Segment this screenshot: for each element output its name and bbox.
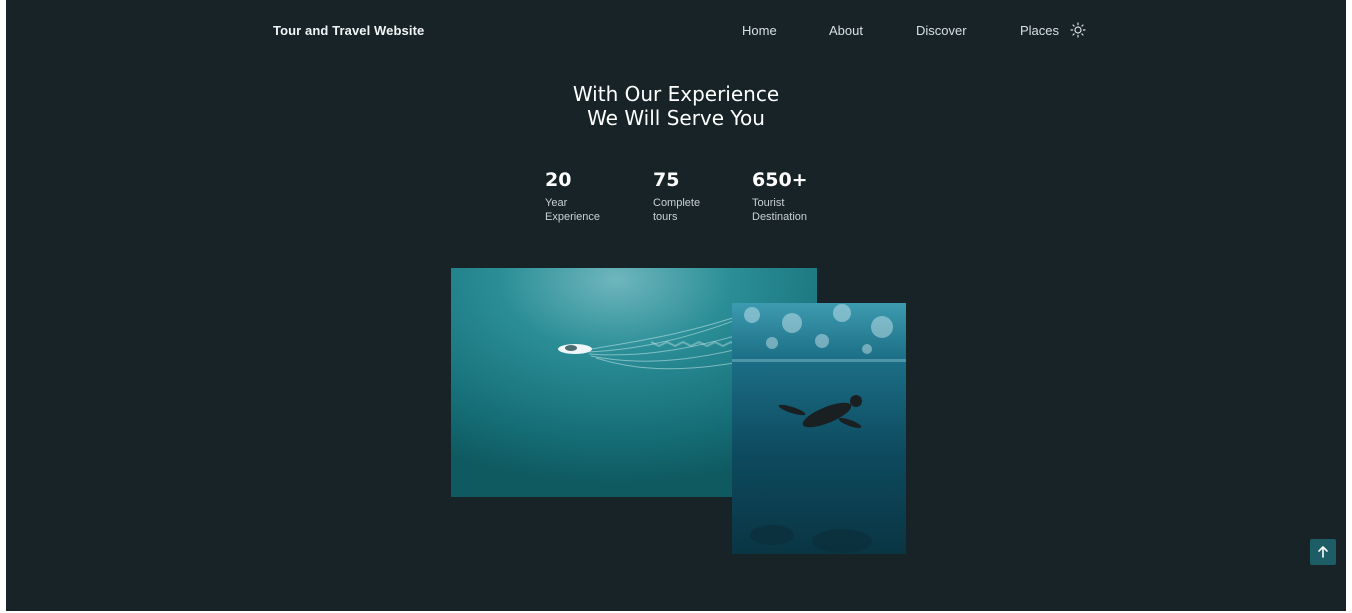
scroll-to-top-button[interactable]: [1310, 539, 1336, 565]
hero-title-line2: We Will Serve You: [587, 106, 765, 130]
page: Tour and Travel Website Home About Disco…: [6, 0, 1346, 611]
nav-about[interactable]: About: [829, 23, 863, 38]
stat-number: 20: [545, 169, 572, 191]
stat-tours: 75 Complete tours: [653, 168, 700, 224]
nav-discover[interactable]: Discover: [916, 23, 967, 38]
stat-label: Tourist Destination: [752, 196, 808, 224]
arrow-up-icon: [1318, 546, 1328, 558]
stat-number: 650+: [752, 169, 808, 191]
stat-label: Year Experience: [545, 196, 600, 224]
stat-label-line2: tours: [653, 211, 678, 223]
hero-title: With Our Experience We Will Serve You: [6, 82, 1346, 130]
underwater-diver-image: [732, 303, 906, 554]
stat-years: 20 Year Experience: [545, 168, 600, 224]
stat-label-line2: Destination: [752, 211, 808, 223]
stat-label-line1: Complete: [653, 197, 701, 209]
sun-icon[interactable]: [1070, 22, 1086, 38]
stat-number: 75: [653, 169, 680, 191]
stat-label: Complete tours: [653, 196, 700, 224]
nav-places[interactable]: Places: [1020, 23, 1059, 38]
stat-label-line2: Experience: [545, 211, 601, 223]
main-nav: Home About Discover Places: [6, 23, 1346, 41]
stat-label-line1: Tourist: [752, 197, 785, 209]
hero-title-line1: With Our Experience: [572, 82, 780, 106]
stat-destinations: 650+ Tourist Destination: [752, 168, 808, 224]
nav-home[interactable]: Home: [742, 23, 777, 38]
stat-label-line1: Year: [545, 197, 568, 209]
